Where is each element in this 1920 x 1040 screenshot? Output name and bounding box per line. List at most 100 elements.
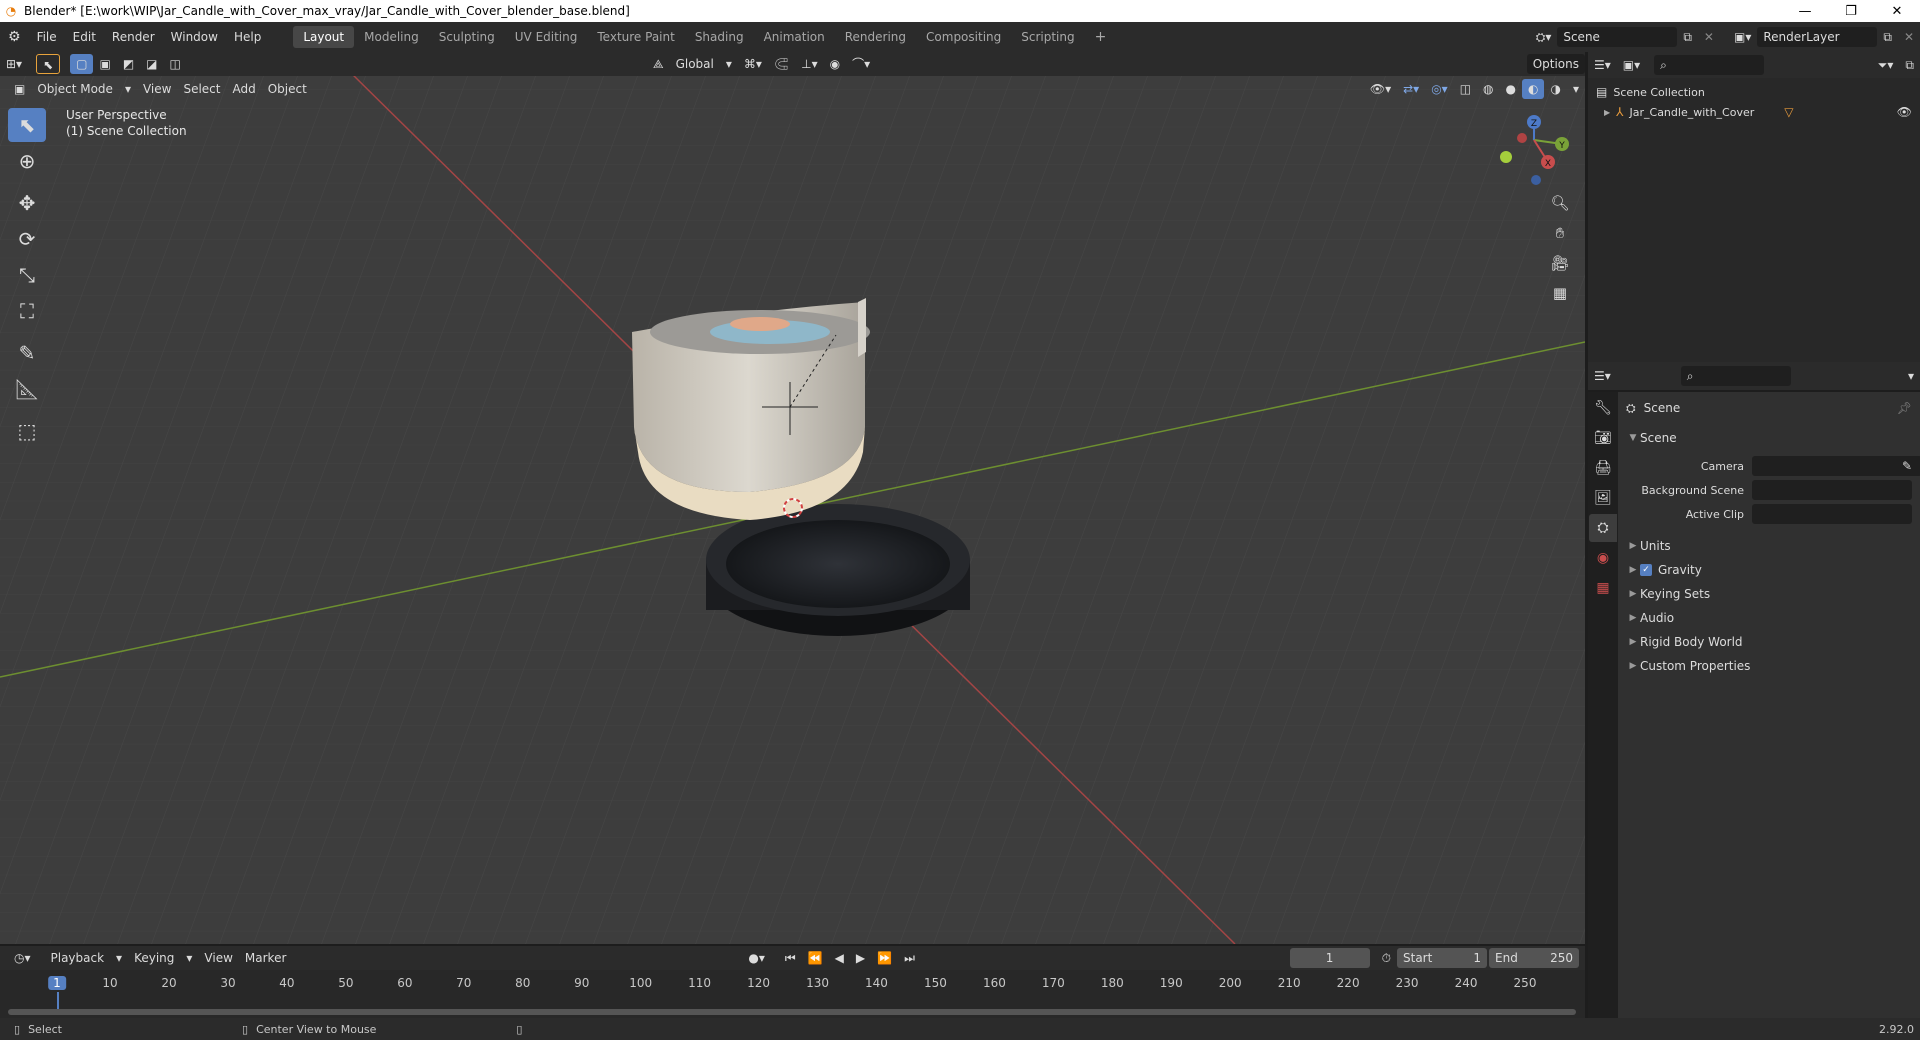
visibility-eye-icon[interactable]: 👁︎ [1897, 105, 1912, 119]
camera-field[interactable] [1752, 456, 1920, 476]
tab-rendering[interactable]: Rendering [835, 26, 916, 48]
new-view-layer-icon[interactable]: ⧉ [1877, 27, 1898, 47]
eyedropper-icon[interactable]: ✎ [1902, 459, 1912, 473]
tab-scripting[interactable]: Scripting [1011, 26, 1084, 48]
world-tab-icon[interactable]: ◉ [1589, 544, 1617, 572]
xray-toggle-icon[interactable]: ◫ [1454, 79, 1477, 99]
shading-options-icon[interactable]: ▾ [1567, 79, 1585, 99]
header-menu-add[interactable]: Add [226, 79, 261, 99]
playhead-line[interactable] [57, 992, 59, 1010]
scene-panel-header[interactable]: ▼ Scene [1626, 426, 1912, 450]
new-scene-icon[interactable]: ⧉ [1677, 27, 1698, 47]
minimize-button[interactable]: — [1782, 0, 1828, 22]
add-workspace-icon[interactable]: + [1085, 26, 1117, 48]
menu-render[interactable]: Render [104, 26, 163, 48]
keying-sets-panel-header[interactable]: ▶ Keying Sets [1626, 582, 1912, 606]
tab-modeling[interactable]: Modeling [354, 26, 429, 48]
jar-lid[interactable] [706, 504, 970, 636]
new-collection-icon[interactable]: ⧉ [1899, 55, 1920, 75]
editor-type-icon[interactable]: ⊞▾ [0, 54, 28, 74]
overlay-toggle-icon[interactable]: ◎▾ [1425, 79, 1454, 99]
units-panel-header[interactable]: ▶ Units [1626, 534, 1912, 558]
render-layer-field[interactable]: RenderLayer [1757, 27, 1878, 47]
options-dropdown[interactable]: Options [1526, 54, 1585, 74]
tab-layout[interactable]: Layout [293, 26, 355, 48]
render-tab-icon[interactable]: 📷︎ [1589, 424, 1617, 452]
menu-window[interactable]: Window [163, 26, 226, 48]
view-layer-icon[interactable]: ▣▾ [1728, 27, 1757, 47]
visibility-icon[interactable]: 👁︎▾ [1364, 79, 1397, 99]
restore-button[interactable]: ❐ [1828, 0, 1874, 22]
view-layer-tab-icon[interactable]: 🖼︎ [1589, 484, 1617, 512]
header-menu-object[interactable]: Object [262, 79, 313, 99]
transform-tool-icon[interactable]: ⛶ [8, 294, 46, 328]
select-mode-subtract-icon[interactable]: ◩ [117, 54, 140, 74]
transform-orientation-dropdown[interactable]: Global [670, 54, 720, 74]
frame-ruler[interactable]: 1 10 20 30 40 50 60 70 80 90 100 110 120 130 140 150 160… [0, 946, 1585, 1018]
zoom-icon[interactable]: 🔍︎ [1548, 194, 1572, 224]
display-mode-icon[interactable]: ▣▾ [1617, 55, 1646, 75]
header-menu-view[interactable]: View [137, 79, 177, 99]
material-shading-icon[interactable]: ◐ [1522, 79, 1545, 99]
output-tab-icon[interactable]: 🖨︎ [1589, 454, 1617, 482]
delete-view-layer-icon[interactable]: ✕ [1898, 27, 1920, 47]
filter-icon[interactable]: ⏷▾ [1872, 55, 1900, 75]
audio-panel-header[interactable]: ▶ Audio [1626, 606, 1912, 630]
ortho-grid-icon[interactable]: ▦ [1548, 284, 1572, 314]
properties-editor-type-icon[interactable]: ☰▾ [1588, 366, 1617, 386]
tab-sculpting[interactable]: Sculpting [429, 26, 505, 48]
properties-options-icon[interactable]: ▾ [1902, 366, 1920, 386]
gravity-checkbox[interactable]: ✓ [1640, 564, 1652, 576]
annotate-tool-icon[interactable]: ✎ [8, 336, 46, 370]
tab-animation[interactable]: Animation [754, 26, 835, 48]
tab-uv-editing[interactable]: UV Editing [505, 26, 588, 48]
gravity-panel-header[interactable]: ▶ ✓ Gravity [1626, 558, 1912, 582]
tool-tab-icon[interactable]: 🔧︎ [1589, 394, 1617, 422]
close-button[interactable]: ✕ [1874, 0, 1920, 22]
texture-tab-icon[interactable]: ▦ [1589, 574, 1617, 602]
rendered-shading-icon[interactable]: ◑ [1544, 79, 1566, 99]
add-cube-tool-icon[interactable]: ⬚ [8, 414, 46, 448]
outliner-item-jar-candle[interactable]: ▶ ⅄ Jar_Candle_with_Cover ▽ 👁︎ [1596, 102, 1912, 122]
wireframe-shading-icon[interactable]: ◍ [1477, 79, 1499, 99]
properties-search-input[interactable]: ⌕ [1680, 366, 1791, 386]
camera-view-icon[interactable]: 🎥︎ [1548, 254, 1572, 284]
expand-arrow-icon[interactable]: ▶ [1604, 108, 1610, 117]
gizmo-toggle-icon[interactable]: ⇄▾ [1397, 79, 1425, 99]
scale-tool-icon[interactable]: ⤡ [8, 258, 46, 292]
menu-edit[interactable]: Edit [65, 26, 104, 48]
pan-hand-icon[interactable]: ✋︎ [1548, 224, 1572, 254]
menu-file[interactable]: File [29, 26, 65, 48]
timeline-scrollbar[interactable] [8, 1009, 1576, 1015]
select-box-icon[interactable]: ⬉ [8, 108, 46, 142]
outliner-search-input[interactable]: ⌕ [1654, 55, 1765, 75]
blender-menu-icon[interactable]: ⚙ [0, 26, 29, 48]
active-clip-field[interactable] [1752, 504, 1912, 524]
mode-dropdown[interactable]: Object Mode [31, 79, 119, 99]
pivot-point-icon[interactable]: ⌘▾ [738, 54, 768, 74]
rotate-tool-icon[interactable]: ⟳ [8, 222, 46, 256]
select-mode-new-icon[interactable]: ▢ [70, 54, 94, 74]
select-mode-intersect-icon[interactable]: ◫ [164, 54, 187, 74]
scene-tab-icon[interactable]: ⛭ [1589, 514, 1617, 542]
outliner-editor-type-icon[interactable]: ☰▾ [1588, 55, 1617, 75]
background-scene-field[interactable] [1752, 480, 1912, 500]
select-tool-icon[interactable]: ⬉ [36, 54, 61, 74]
tab-compositing[interactable]: Compositing [916, 26, 1011, 48]
rigid-body-world-panel-header[interactable]: ▶ Rigid Body World [1626, 630, 1912, 654]
falloff-icon[interactable]: ⌒▾ [846, 54, 876, 74]
custom-properties-panel-header[interactable]: ▶ Custom Properties [1626, 654, 1912, 678]
solid-shading-icon[interactable]: ● [1500, 79, 1522, 99]
orientation-icon[interactable]: ⟁ [647, 54, 670, 74]
header-menu-select[interactable]: Select [177, 79, 226, 99]
jar-candle[interactable] [632, 298, 870, 520]
move-tool-icon[interactable]: ✥ [8, 186, 46, 220]
scene-selector-icon[interactable]: ⛭▾ [1530, 27, 1558, 47]
cursor-tool-icon[interactable]: ⊕ [8, 144, 46, 178]
menu-help[interactable]: Help [226, 26, 269, 48]
delete-scene-icon[interactable]: ✕ [1698, 27, 1720, 47]
snap-icon[interactable]: 🧲︎ [768, 54, 795, 74]
tab-shading[interactable]: Shading [685, 26, 754, 48]
scene-field[interactable]: Scene [1557, 27, 1678, 47]
tab-texture-paint[interactable]: Texture Paint [587, 26, 684, 48]
